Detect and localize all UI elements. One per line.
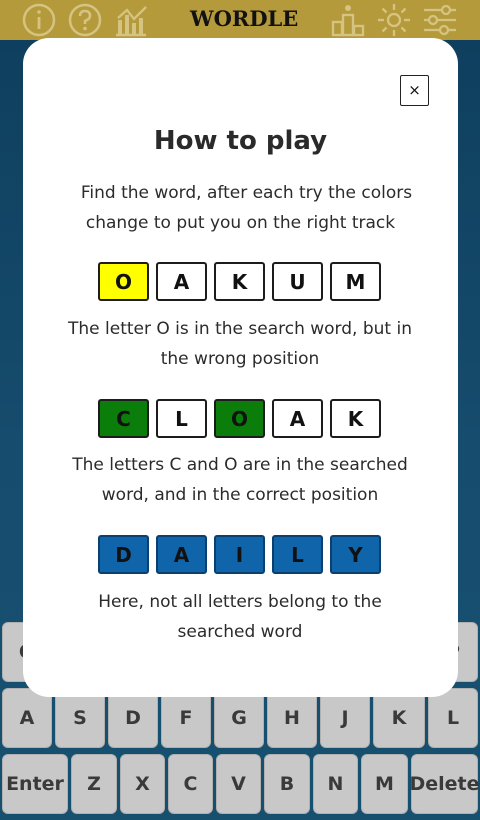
key-v[interactable]: V: [216, 754, 261, 814]
key-x[interactable]: X: [120, 754, 165, 814]
key-s[interactable]: S: [55, 688, 105, 748]
key-f[interactable]: F: [161, 688, 211, 748]
key-l[interactable]: L: [428, 688, 478, 748]
leaderboard-icon[interactable]: [330, 2, 366, 38]
settings-icon[interactable]: [422, 2, 458, 38]
letter-tile: A: [156, 535, 207, 574]
key-b[interactable]: B: [264, 754, 310, 814]
info-icon[interactable]: [21, 2, 57, 38]
letter-tile: K: [214, 262, 265, 301]
letter-tile: U: [272, 262, 323, 301]
how-to-play-modal: × How to play Find the word, after each …: [23, 38, 458, 697]
close-button[interactable]: ×: [400, 75, 429, 106]
letter-tile: Y: [330, 535, 381, 574]
letter-tile: A: [156, 262, 207, 301]
key-k[interactable]: K: [373, 688, 425, 748]
key-n[interactable]: N: [313, 754, 358, 814]
letter-tile: M: [330, 262, 381, 301]
example-row: C L O A K: [98, 399, 388, 439]
letter-tile: C: [98, 399, 149, 438]
intro-text: Find the word, after each try the colors…: [80, 183, 413, 233]
delete-key[interactable]: Delete: [409, 754, 480, 814]
letter-tile: L: [156, 399, 207, 438]
key-d[interactable]: D: [108, 688, 158, 748]
key-g[interactable]: G: [214, 688, 264, 748]
letter-tile: L: [272, 535, 323, 574]
help-icon[interactable]: [67, 2, 103, 38]
letter-tile: O: [214, 399, 265, 438]
brightness-icon[interactable]: [376, 2, 412, 38]
example-row: O A K U M: [98, 262, 388, 302]
key-a[interactable]: A: [2, 688, 52, 748]
letter-tile: D: [98, 535, 149, 574]
modal-title: How to play: [153, 126, 328, 156]
letter-tile: I: [214, 535, 265, 574]
letter-tile: K: [330, 399, 381, 438]
example-row: D A I L Y: [98, 535, 388, 575]
example-description: The letter O is in the search word, but …: [68, 319, 412, 369]
letter-tile: A: [272, 399, 323, 438]
stats-icon[interactable]: [113, 2, 149, 38]
example-description: The letters C and O are in the searched …: [72, 455, 408, 505]
key-m[interactable]: M: [361, 754, 408, 814]
key-h[interactable]: H: [267, 688, 317, 748]
key-c[interactable]: C: [168, 754, 213, 814]
key-z[interactable]: Z: [71, 754, 117, 814]
header-bar: WORDLE: [0, 0, 480, 40]
letter-tile: O: [98, 262, 149, 301]
enter-key[interactable]: Enter: [2, 754, 68, 814]
app-logo: WORDLE: [190, 6, 299, 31]
example-description: Here, not all letters belong to the sear…: [98, 592, 382, 642]
key-j[interactable]: J: [320, 688, 370, 748]
